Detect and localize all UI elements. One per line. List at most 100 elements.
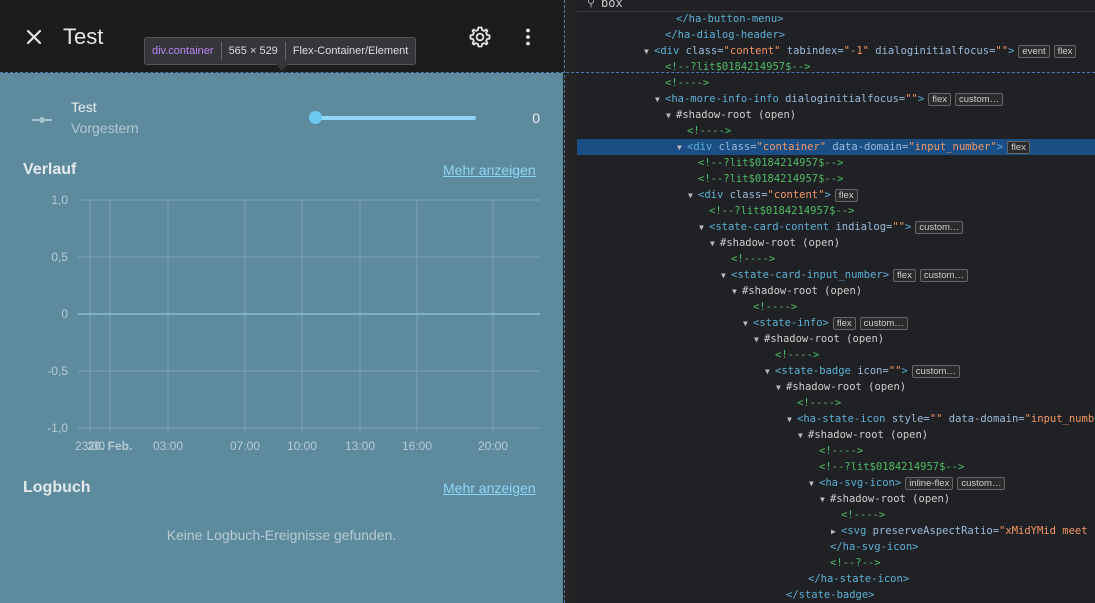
- dom-node-row[interactable]: <!---->: [577, 75, 1095, 91]
- dom-badge[interactable]: custom…: [955, 93, 1004, 106]
- dom-node-row[interactable]: ▼ #shadow-root (open): [577, 379, 1095, 395]
- dom-badge[interactable]: flex: [1053, 45, 1077, 58]
- ray-vertex-icon: [32, 117, 52, 123]
- expand-triangle-icon[interactable]: ▼: [721, 268, 731, 284]
- dom-badge[interactable]: custom…: [915, 221, 964, 234]
- dom-node-row[interactable]: ▼ <state-info> flex custom…: [577, 315, 1095, 331]
- expand-triangle-icon[interactable]: ▼: [732, 284, 742, 300]
- dom-node-row[interactable]: ▼ #shadow-root (open): [577, 491, 1095, 507]
- history-more-link[interactable]: Mehr anzeigen: [443, 162, 536, 178]
- dom-node-row[interactable]: ▼ #shadow-root (open): [577, 331, 1095, 347]
- dom-node-row[interactable]: </ha-button-menu>: [577, 11, 1095, 27]
- dom-badge[interactable]: flex: [834, 189, 858, 202]
- dom-node-row[interactable]: ▼ <state-badge icon=""> custom…: [577, 363, 1095, 379]
- dom-node-row[interactable]: ▼ <div class="container" data-domain="inp…: [577, 139, 1095, 155]
- dom-node-text: #shadow-root (open): [786, 381, 907, 393]
- dom-node-row[interactable]: <!--?lit$0184214957$-->: [577, 203, 1095, 219]
- dom-badge[interactable]: flex: [893, 269, 916, 282]
- expand-triangle-icon[interactable]: ▼: [644, 44, 654, 60]
- dom-badge[interactable]: inline-flex: [905, 477, 954, 490]
- dom-node-text: <!---->: [665, 77, 710, 89]
- dom-node-text: </ha-svg-icon>: [830, 541, 919, 553]
- close-button[interactable]: [22, 25, 46, 49]
- gear-icon: [469, 26, 491, 48]
- expand-triangle-icon[interactable]: ▼: [798, 428, 808, 444]
- dom-node-text: style=: [891, 413, 930, 425]
- dom-node-row[interactable]: ▶ <svg preserveAspectRatio="xMidYMid meet: [577, 523, 1095, 539]
- dom-badge[interactable]: event: [1018, 45, 1050, 58]
- dom-badge[interactable]: custom…: [911, 365, 960, 378]
- expand-triangle-icon[interactable]: ▼: [809, 476, 819, 492]
- collapsed-triangle-icon[interactable]: ▶: [831, 524, 841, 540]
- dom-node-row[interactable]: ▼ <div class="content"> flex: [577, 187, 1095, 203]
- dom-node-text: <div: [654, 45, 686, 57]
- dom-node-text: >: [917, 93, 925, 105]
- dom-node-row[interactable]: </ha-svg-icon>: [577, 539, 1095, 555]
- dom-node-row[interactable]: ▼ <div class="content" tabindex="-1" dial…: [577, 43, 1095, 59]
- expand-triangle-icon[interactable]: ▼: [743, 316, 753, 332]
- slider-track: [315, 116, 476, 120]
- dom-node-row[interactable]: <!---->: [577, 123, 1095, 139]
- slider-thumb[interactable]: [309, 111, 322, 124]
- expand-triangle-icon[interactable]: ▼: [677, 140, 687, 156]
- dom-badge[interactable]: flex: [1007, 141, 1030, 154]
- dom-node-text: "content": [767, 189, 825, 201]
- expand-triangle-icon[interactable]: ▼: [710, 236, 720, 252]
- dom-node-text: <ha-svg-icon>: [819, 477, 902, 489]
- entity-value: 0: [532, 110, 540, 126]
- dom-node-row[interactable]: <!---->: [577, 443, 1095, 459]
- dom-node-row[interactable]: <!---->: [577, 299, 1095, 315]
- expand-triangle-icon[interactable]: ▼: [765, 364, 775, 380]
- dom-node-row[interactable]: ▼ #shadow-root (open): [577, 107, 1095, 123]
- dialog-content: Test Vorgestern 0 Verlauf Mehr anzeigen …: [0, 73, 563, 603]
- dom-badge[interactable]: custom…: [957, 477, 1006, 490]
- dom-node-row[interactable]: <!--?lit$0184214957$-->: [577, 459, 1095, 475]
- dom-node-row[interactable]: </ha-dialog-header>: [577, 27, 1095, 43]
- dom-node-text: tabindex=: [780, 45, 844, 57]
- devtools-search-input[interactable]: box: [601, 0, 623, 10]
- dom-node-row[interactable]: </ha-state-icon>: [577, 571, 1095, 587]
- x-tick-label: 20:00: [478, 439, 508, 453]
- dom-badge[interactable]: custom…: [859, 317, 908, 330]
- dom-node-row[interactable]: <!---->: [577, 251, 1095, 267]
- dom-node-row[interactable]: ▼ #shadow-root (open): [577, 283, 1095, 299]
- logbook-more-link[interactable]: Mehr anzeigen: [443, 480, 536, 496]
- settings-button[interactable]: [468, 25, 492, 49]
- dom-node-text: #shadow-root (open): [764, 333, 885, 345]
- dom-node-text: "": [929, 413, 943, 425]
- expand-triangle-icon[interactable]: ▼: [655, 92, 665, 108]
- dom-node-text: <!--?-->: [830, 557, 881, 569]
- expand-triangle-icon[interactable]: ▼: [699, 220, 709, 236]
- dom-node-text: <!---->: [731, 253, 776, 265]
- expand-triangle-icon[interactable]: ▼: [787, 412, 797, 428]
- dom-node-row[interactable]: <!--?lit$0184214957$-->: [577, 171, 1095, 187]
- dom-node-row[interactable]: <!--?lit$0184214957$-->: [577, 155, 1095, 171]
- y-tick-label: 0,5: [51, 250, 68, 264]
- dom-node-text: data-domain=: [942, 413, 1025, 425]
- dom-node-row[interactable]: ▼ <ha-more-info-info dialoginitialfocus="…: [577, 91, 1095, 107]
- dom-node-row[interactable]: ▼ #shadow-root (open): [577, 235, 1095, 251]
- dom-node-row[interactable]: <!--?-->: [577, 555, 1095, 571]
- dom-node-row[interactable]: <!---->: [577, 395, 1095, 411]
- dom-badge[interactable]: flex: [832, 317, 856, 330]
- dom-node-row[interactable]: ▼ #shadow-root (open): [577, 427, 1095, 443]
- dom-badge[interactable]: flex: [928, 93, 951, 106]
- overflow-menu-button[interactable]: [516, 25, 540, 49]
- dom-node-text: indialog=: [835, 221, 893, 233]
- dom-node-row[interactable]: </state-badge>: [577, 587, 1095, 603]
- entity-last-changed: Vorgestern: [71, 120, 139, 136]
- value-slider[interactable]: [309, 106, 485, 130]
- dom-node-row[interactable]: <!---->: [577, 347, 1095, 363]
- expand-triangle-icon[interactable]: ▼: [776, 380, 786, 396]
- expand-triangle-icon[interactable]: ▼: [666, 108, 676, 124]
- expand-triangle-icon[interactable]: ▼: [820, 492, 830, 508]
- expand-triangle-icon[interactable]: ▼: [754, 332, 764, 348]
- dom-node-row[interactable]: <!---->: [577, 507, 1095, 523]
- dom-node-row[interactable]: ▼ <ha-svg-icon> inline-flex custom…: [577, 475, 1095, 491]
- dom-node-row[interactable]: ▼ <state-card-input_number> flex custom…: [577, 267, 1095, 283]
- dom-badge[interactable]: custom…: [919, 269, 968, 282]
- dom-node-text: class=: [729, 189, 768, 201]
- expand-triangle-icon[interactable]: ▼: [688, 188, 698, 204]
- dom-node-row[interactable]: ▼ <state-card-content indialog=""> custom…: [577, 219, 1095, 235]
- dom-node-row[interactable]: ▼ <ha-state-icon style="" data-domain="in…: [577, 411, 1095, 427]
